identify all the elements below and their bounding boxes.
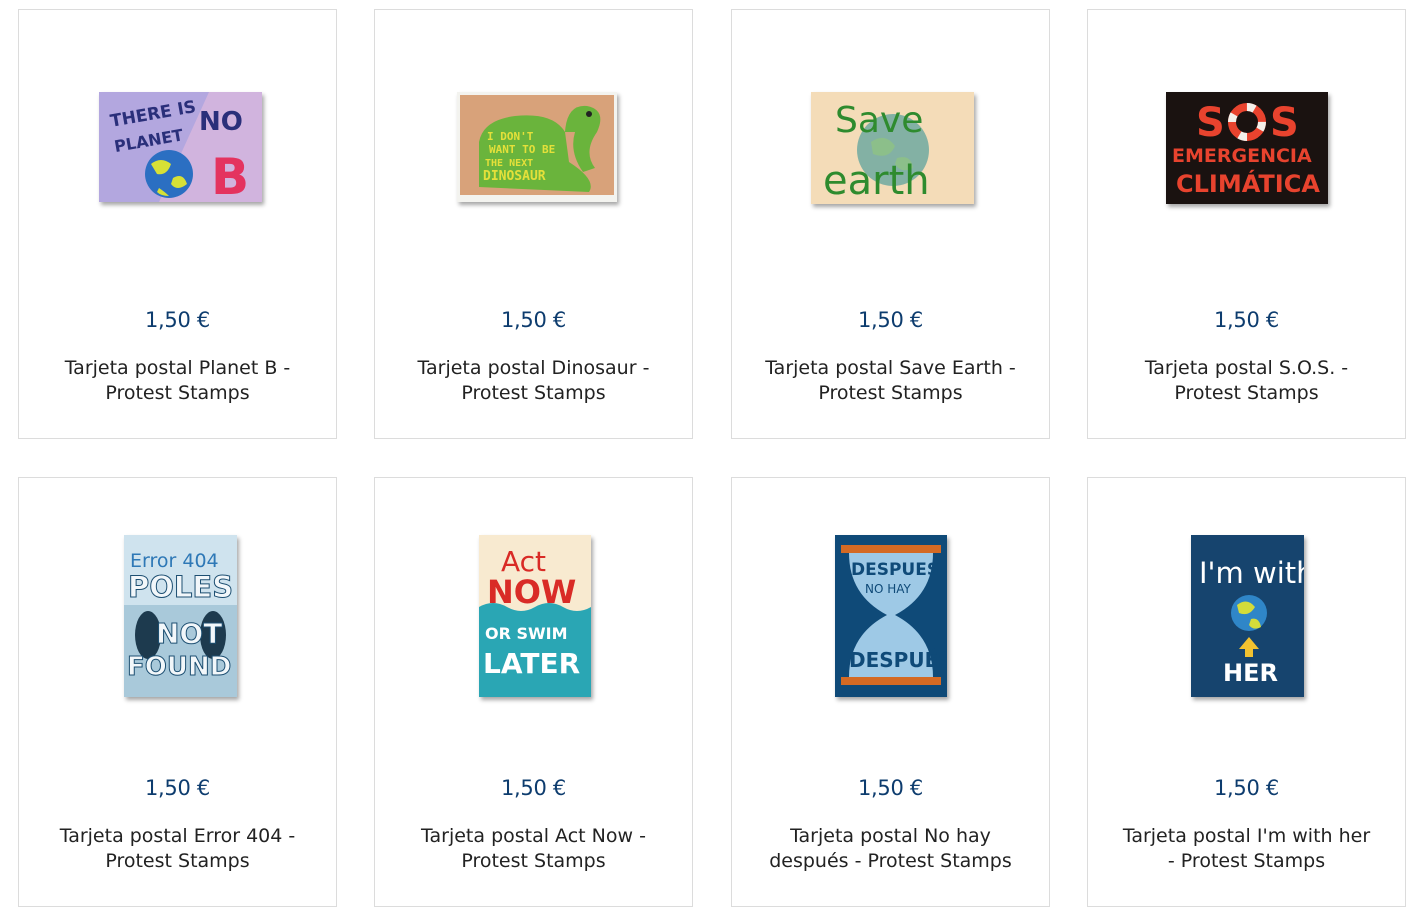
svg-text:LATER: LATER bbox=[483, 647, 580, 680]
product-image-dinosaur[interactable]: I DON'T WANT TO BE THE NEXT DINOSAUR bbox=[457, 92, 617, 202]
svg-text:POLES: POLES bbox=[128, 570, 233, 604]
svg-text:earth: earth bbox=[823, 158, 930, 204]
svg-text:Error 404: Error 404 bbox=[130, 550, 219, 572]
product-title-link[interactable]: Tarjeta postal Dinosaur - Protest Stamps bbox=[418, 357, 650, 404]
product-price: 1,50 € bbox=[1214, 308, 1279, 332]
product-title-link[interactable]: Tarjeta postal I'm with her - Protest St… bbox=[1123, 825, 1370, 872]
svg-text:DESPUÉS: DESPUÉS bbox=[849, 648, 947, 672]
product-card[interactable]: DESPUES NO HAY DESPUÉS 1,50 € Tarjeta po… bbox=[731, 477, 1050, 907]
svg-text:OR SWIM: OR SWIM bbox=[485, 624, 568, 643]
svg-text:S: S bbox=[1270, 100, 1299, 146]
product-card[interactable]: S S EMERGENCIA CLIMÁTICA 1,50 € Tarjeta … bbox=[1087, 9, 1406, 439]
product-image-no-hay-despues[interactable]: DESPUES NO HAY DESPUÉS bbox=[835, 535, 947, 697]
product-title[interactable]: Tarjeta postal Error 404 - Protest Stamp… bbox=[49, 824, 306, 874]
product-title-link[interactable]: Tarjeta postal S.O.S. - Protest Stamps bbox=[1145, 357, 1348, 404]
svg-text:I'm with: I'm with bbox=[1199, 556, 1304, 590]
product-image-save-earth[interactable]: Save earth bbox=[811, 92, 974, 204]
product-title-link[interactable]: Tarjeta postal Error 404 - Protest Stamp… bbox=[60, 825, 296, 872]
svg-text:DESPUES: DESPUES bbox=[851, 560, 939, 580]
product-title-link[interactable]: Tarjeta postal No hay después - Protest … bbox=[769, 825, 1012, 872]
svg-text:Save: Save bbox=[835, 100, 923, 141]
svg-text:DINOSAUR: DINOSAUR bbox=[483, 169, 546, 184]
product-image-act-now[interactable]: Act NOW OR SWIM LATER bbox=[479, 535, 591, 697]
product-image-planet-b[interactable]: THERE IS NO PLANET B bbox=[99, 92, 262, 202]
product-card[interactable]: Act NOW OR SWIM LATER 1,50 € Tarjeta pos… bbox=[374, 477, 693, 907]
product-title[interactable]: Tarjeta postal I'm with her - Protest St… bbox=[1118, 824, 1375, 874]
product-price: 1,50 € bbox=[858, 308, 923, 332]
product-title-link[interactable]: Tarjeta postal Save Earth - Protest Stam… bbox=[765, 357, 1016, 404]
svg-text:NOT: NOT bbox=[156, 617, 222, 650]
product-image-sos[interactable]: S S EMERGENCIA CLIMÁTICA bbox=[1166, 92, 1328, 204]
product-title[interactable]: Tarjeta postal No hay después - Protest … bbox=[762, 824, 1019, 874]
svg-text:FOUND: FOUND bbox=[127, 652, 231, 682]
svg-text:THE NEXT: THE NEXT bbox=[485, 158, 533, 169]
product-title[interactable]: Tarjeta postal Dinosaur - Protest Stamps bbox=[405, 356, 662, 406]
product-price: 1,50 € bbox=[145, 776, 210, 800]
product-title-link[interactable]: Tarjeta postal Act Now - Protest Stamps bbox=[421, 825, 646, 872]
svg-text:I DON'T: I DON'T bbox=[487, 130, 534, 143]
product-image-im-with-her[interactable]: I'm with HER bbox=[1191, 535, 1304, 697]
product-image-error-404[interactable]: Error 404 POLES NOT FOUND bbox=[124, 535, 237, 697]
product-price: 1,50 € bbox=[501, 776, 566, 800]
product-title[interactable]: Tarjeta postal Save Earth - Protest Stam… bbox=[762, 356, 1019, 406]
svg-text:B: B bbox=[211, 148, 249, 202]
svg-text:NO: NO bbox=[199, 107, 243, 137]
product-title-link[interactable]: Tarjeta postal Planet B - Protest Stamps bbox=[65, 357, 291, 404]
product-title[interactable]: Tarjeta postal Act Now - Protest Stamps bbox=[405, 824, 662, 874]
svg-text:EMERGENCIA: EMERGENCIA bbox=[1172, 145, 1312, 167]
product-card[interactable]: Error 404 POLES NOT FOUND 1,50 € Tarjeta… bbox=[18, 477, 337, 907]
product-card[interactable]: I DON'T WANT TO BE THE NEXT DINOSAUR 1,5… bbox=[374, 9, 693, 439]
product-card[interactable]: I'm with HER 1,50 € Tarjeta postal I'm w… bbox=[1087, 477, 1406, 907]
product-card[interactable]: THERE IS NO PLANET B 1,50 € Tarjeta post… bbox=[18, 9, 337, 439]
product-price: 1,50 € bbox=[501, 308, 566, 332]
svg-text:S: S bbox=[1196, 100, 1225, 146]
product-title[interactable]: Tarjeta postal Planet B - Protest Stamps bbox=[49, 356, 306, 406]
product-title[interactable]: Tarjeta postal S.O.S. - Protest Stamps bbox=[1118, 356, 1375, 406]
svg-text:CLIMÁTICA: CLIMÁTICA bbox=[1176, 169, 1320, 198]
svg-text:NO HAY: NO HAY bbox=[865, 582, 912, 596]
svg-text:NOW: NOW bbox=[487, 573, 576, 611]
product-price: 1,50 € bbox=[145, 308, 210, 332]
svg-text:WANT TO BE: WANT TO BE bbox=[489, 143, 555, 156]
product-price: 1,50 € bbox=[858, 776, 923, 800]
product-price: 1,50 € bbox=[1214, 776, 1279, 800]
product-card[interactable]: Save earth 1,50 € Tarjeta postal Save Ea… bbox=[731, 9, 1050, 439]
svg-text:HER: HER bbox=[1223, 659, 1278, 687]
